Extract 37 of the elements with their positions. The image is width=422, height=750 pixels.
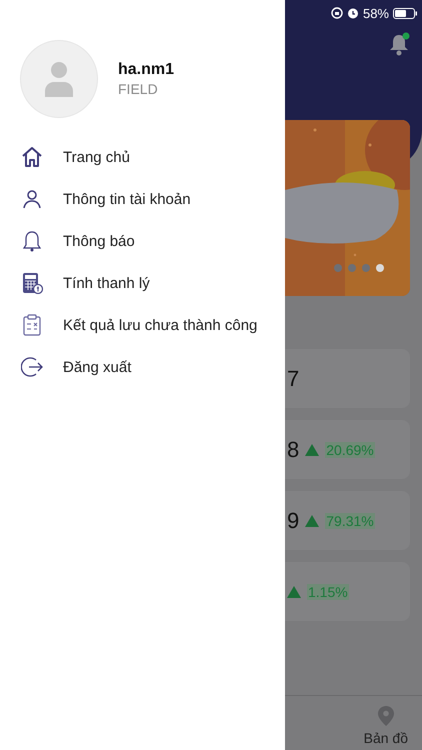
change-percentage: 79.31%: [325, 512, 375, 528]
menu-label: Trang chủ: [63, 148, 130, 166]
menu-item[interactable]: Thông tin tài khoản: [0, 178, 285, 220]
up-triangle-icon: [305, 514, 320, 526]
bell-icon: [21, 230, 43, 252]
menu-label: Thông tin tài khoản: [63, 190, 191, 208]
stat-value: 9: [287, 508, 300, 534]
battery-percentage: 58%: [362, 6, 389, 20]
home-icon: [21, 146, 43, 168]
menu-label: Kết quả lưu chưa thành công: [63, 316, 258, 334]
menu-item[interactable]: Kết quả lưu chưa thành công: [0, 304, 285, 346]
up-triangle-icon: [305, 444, 320, 456]
calculator-icon: [21, 272, 43, 294]
alarm-icon: [346, 7, 359, 19]
user-role: FIELD: [118, 81, 159, 97]
notification-bell-icon[interactable]: [388, 32, 410, 56]
menu-label: Thông báo: [63, 232, 135, 250]
stat-value: 8: [287, 436, 300, 462]
menu-item[interactable]: Tính thanh lý: [0, 262, 285, 304]
menu-item[interactable]: Đăng xuất: [0, 346, 285, 388]
menu-item[interactable]: Trang chủ: [0, 136, 285, 178]
change-percentage: 1.15%: [307, 584, 349, 600]
up-triangle-icon: [287, 586, 301, 598]
user-icon: [21, 188, 43, 210]
menu-item[interactable]: Thông báo: [0, 220, 285, 262]
menu-label: Đăng xuất: [63, 358, 132, 376]
tab-label[interactable]: Bản đồ: [364, 730, 408, 746]
clipboard-icon: [21, 314, 43, 336]
rotation-lock-icon: [330, 7, 343, 19]
logout-icon: [21, 356, 43, 378]
person-icon: [44, 61, 74, 97]
user-name: ha.nm1: [118, 61, 174, 79]
change-percentage: 20.69%: [325, 442, 375, 458]
stat-value: 7: [287, 366, 300, 392]
menu-label: Tính thanh lý: [63, 274, 150, 292]
battery-icon: [393, 8, 417, 18]
map-pin-icon[interactable]: [378, 706, 394, 726]
